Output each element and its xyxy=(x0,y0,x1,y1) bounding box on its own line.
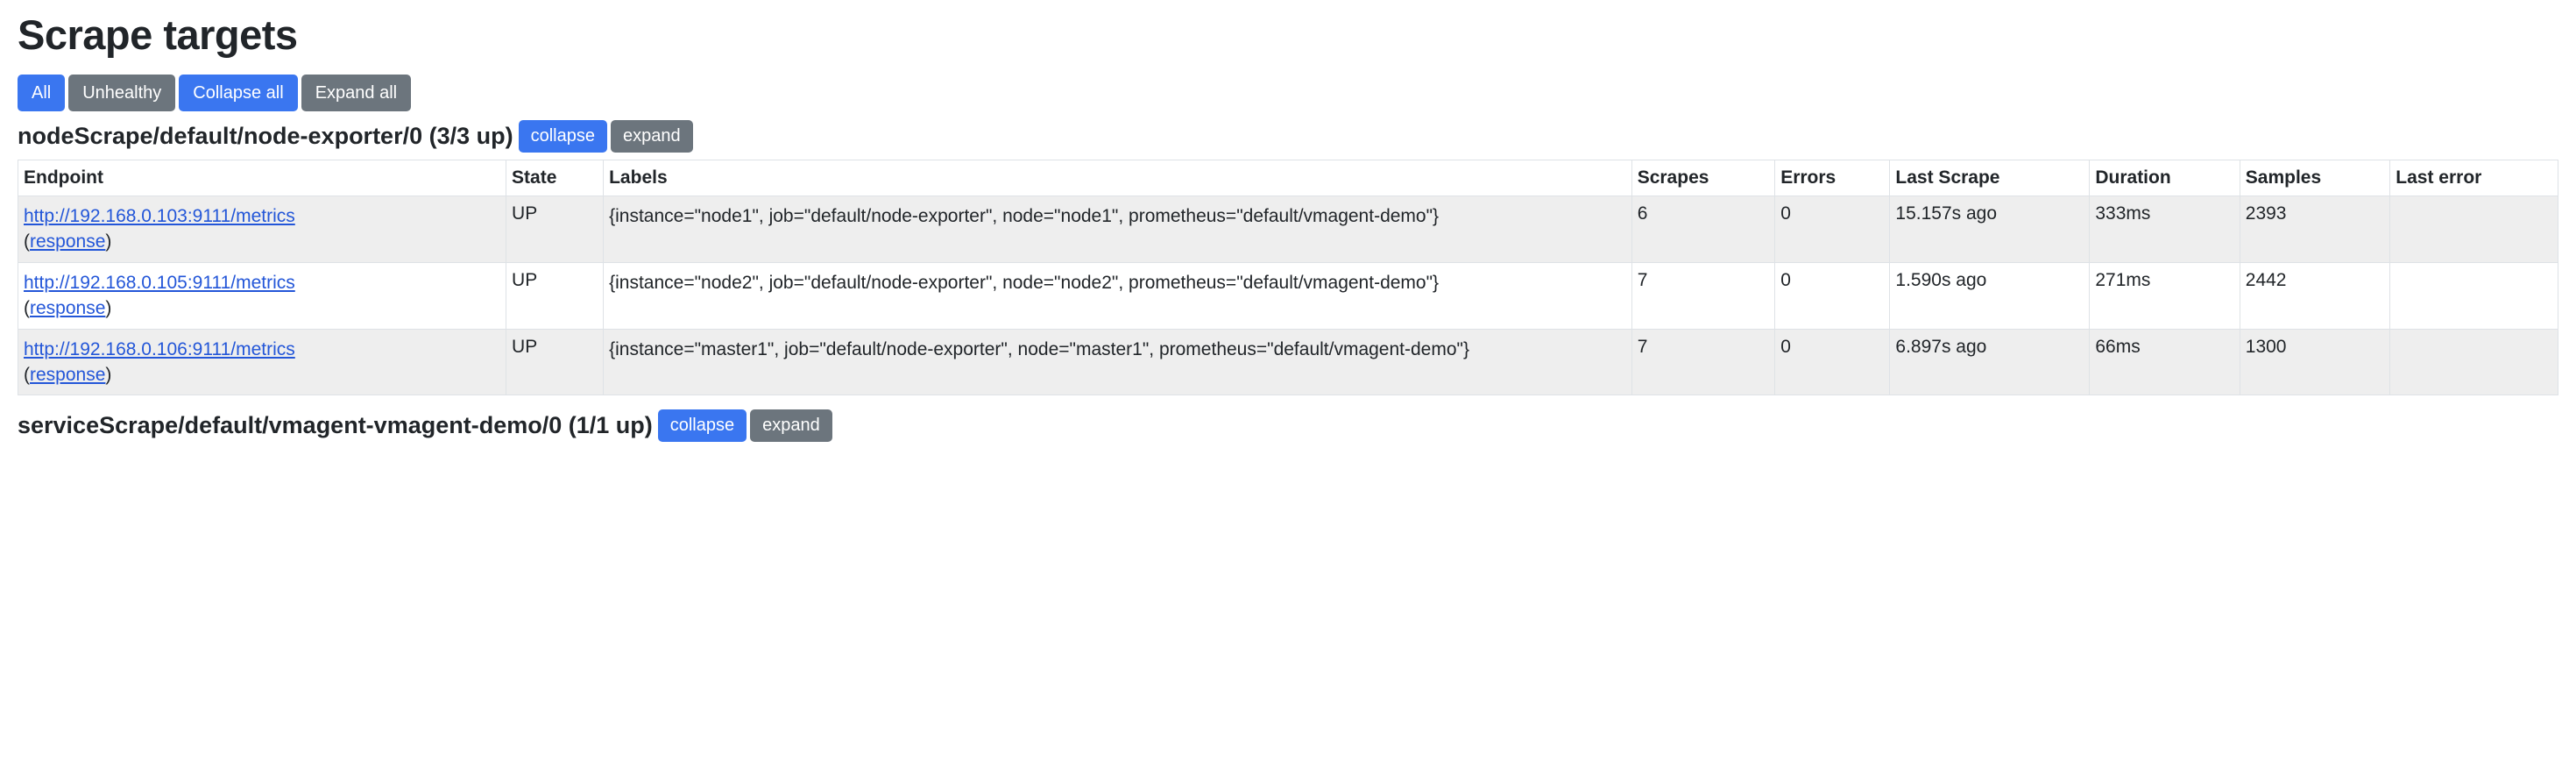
page-title: Scrape targets xyxy=(18,11,2558,59)
duration-cell: 333ms xyxy=(2090,196,2240,263)
endpoint-link[interactable]: http://192.168.0.106:9111/metrics xyxy=(24,339,295,359)
filter-all-button[interactable]: All xyxy=(18,75,65,111)
last_error-cell xyxy=(2390,196,2558,263)
section-buttons: collapseexpand xyxy=(658,409,832,442)
section-header: serviceScrape/default/vmagent-vmagent-de… xyxy=(18,409,2558,442)
section-title: nodeScrape/default/node-exporter/0 (3/3 … xyxy=(18,123,513,150)
collapse-all-button[interactable]: Collapse all xyxy=(179,75,297,111)
state-cell: UP xyxy=(506,196,604,263)
last_scrape-cell: 1.590s ago xyxy=(1890,262,2090,329)
state-cell: UP xyxy=(506,329,604,395)
col-last_error: Last error xyxy=(2390,160,2558,196)
endpoint-cell: http://192.168.0.106:9111/metrics(respon… xyxy=(18,329,506,395)
last_error-cell xyxy=(2390,329,2558,395)
section-collapse-button[interactable]: collapse xyxy=(658,409,747,442)
state-cell: UP xyxy=(506,262,604,329)
table-row: http://192.168.0.106:9111/metrics(respon… xyxy=(18,329,2558,395)
last_scrape-cell: 15.157s ago xyxy=(1890,196,2090,263)
response-link[interactable]: response xyxy=(30,365,105,385)
col-state: State xyxy=(506,160,604,196)
section-expand-button[interactable]: expand xyxy=(611,120,693,153)
response-link[interactable]: response xyxy=(30,231,105,252)
endpoint-link[interactable]: http://192.168.0.105:9111/metrics xyxy=(24,273,295,293)
samples-cell: 2393 xyxy=(2240,196,2390,263)
last_error-cell xyxy=(2390,262,2558,329)
col-duration: Duration xyxy=(2090,160,2240,196)
endpoint-link[interactable]: http://192.168.0.103:9111/metrics xyxy=(24,206,295,226)
duration-cell: 271ms xyxy=(2090,262,2240,329)
col-errors: Errors xyxy=(1775,160,1890,196)
scrapes-cell: 6 xyxy=(1631,196,1775,263)
col-samples: Samples xyxy=(2240,160,2390,196)
samples-cell: 1300 xyxy=(2240,329,2390,395)
labels-cell: {instance="master1", job="default/node-e… xyxy=(604,329,1632,395)
section-buttons: collapseexpand xyxy=(519,120,693,153)
section-header: nodeScrape/default/node-exporter/0 (3/3 … xyxy=(18,120,2558,153)
col-scrapes: Scrapes xyxy=(1631,160,1775,196)
filter-button-row: All Unhealthy Collapse all Expand all xyxy=(18,75,2558,111)
table-row: http://192.168.0.103:9111/metrics(respon… xyxy=(18,196,2558,263)
errors-cell: 0 xyxy=(1775,329,1890,395)
scrapes-cell: 7 xyxy=(1631,262,1775,329)
section-title: serviceScrape/default/vmagent-vmagent-de… xyxy=(18,412,653,439)
last_scrape-cell: 6.897s ago xyxy=(1890,329,2090,395)
section-collapse-button[interactable]: collapse xyxy=(519,120,607,153)
expand-all-button[interactable]: Expand all xyxy=(301,75,411,111)
duration-cell: 66ms xyxy=(2090,329,2240,395)
errors-cell: 0 xyxy=(1775,262,1890,329)
targets-table: EndpointStateLabelsScrapesErrorsLast Scr… xyxy=(18,160,2558,395)
section-expand-button[interactable]: expand xyxy=(750,409,832,442)
samples-cell: 2442 xyxy=(2240,262,2390,329)
filter-unhealthy-button[interactable]: Unhealthy xyxy=(68,75,175,111)
table-row: http://192.168.0.105:9111/metrics(respon… xyxy=(18,262,2558,329)
scrapes-cell: 7 xyxy=(1631,329,1775,395)
response-link[interactable]: response xyxy=(30,298,105,318)
endpoint-cell: http://192.168.0.105:9111/metrics(respon… xyxy=(18,262,506,329)
labels-cell: {instance="node1", job="default/node-exp… xyxy=(604,196,1632,263)
col-last_scrape: Last Scrape xyxy=(1890,160,2090,196)
col-labels: Labels xyxy=(604,160,1632,196)
labels-cell: {instance="node2", job="default/node-exp… xyxy=(604,262,1632,329)
col-endpoint: Endpoint xyxy=(18,160,506,196)
errors-cell: 0 xyxy=(1775,196,1890,263)
endpoint-cell: http://192.168.0.103:9111/metrics(respon… xyxy=(18,196,506,263)
